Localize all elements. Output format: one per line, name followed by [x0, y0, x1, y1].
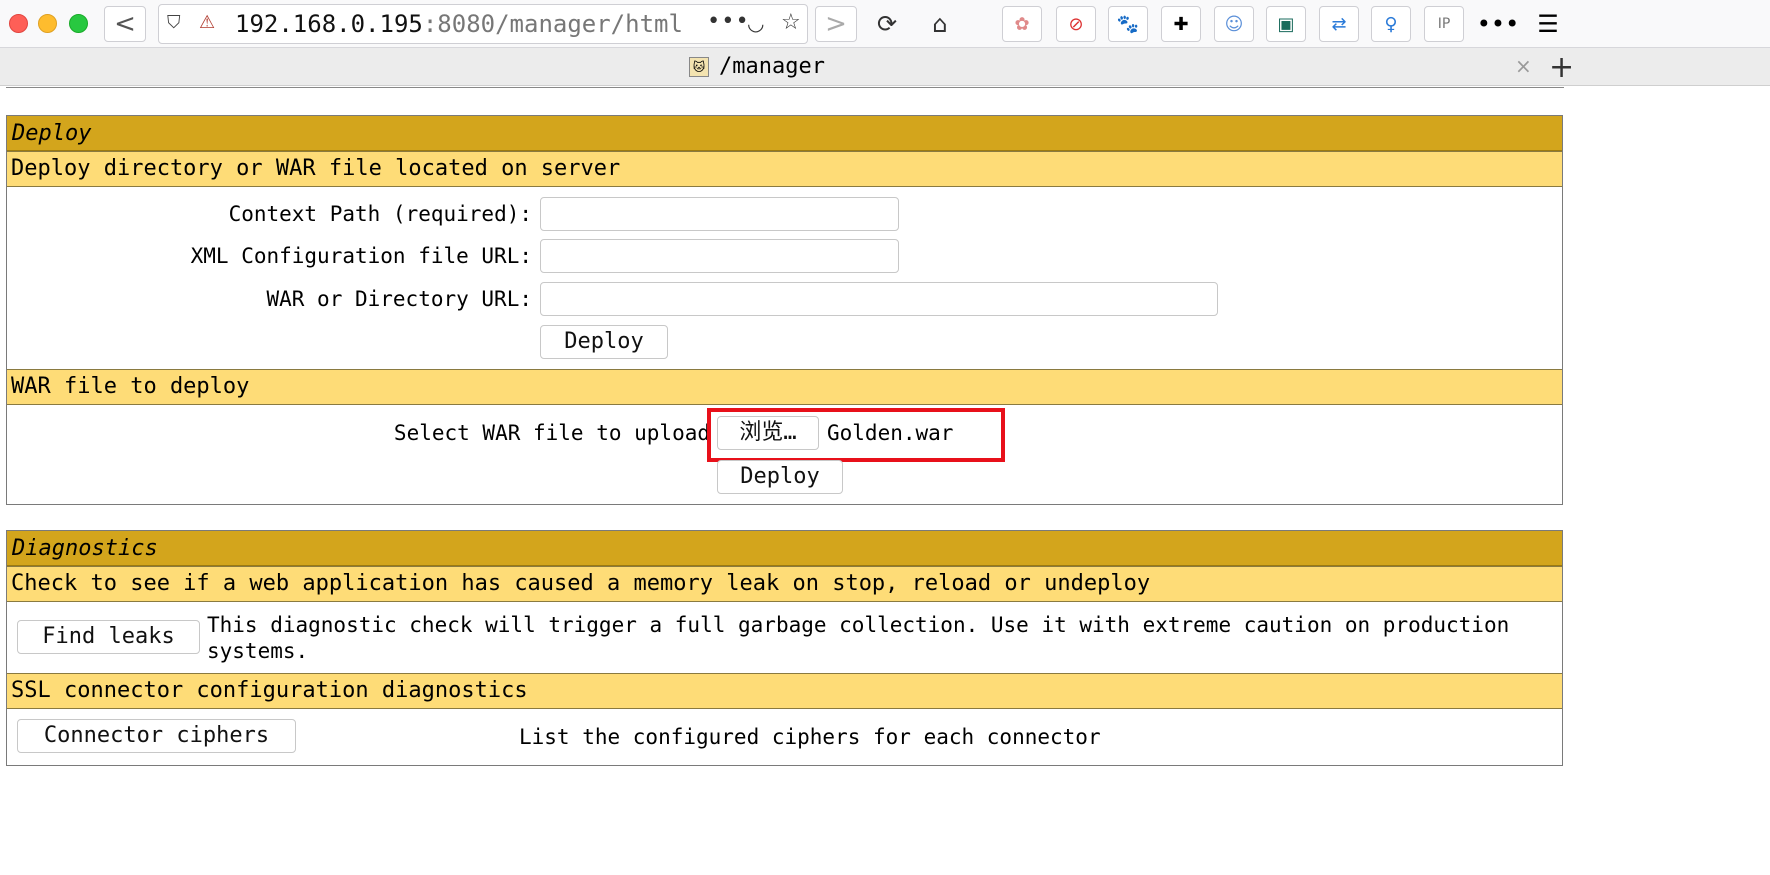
connector-ciphers-button[interactable]: Connector ciphers [17, 719, 296, 753]
chevron-left-icon: < [114, 9, 136, 39]
url-path: :8080/manager/html [422, 10, 683, 38]
connector-ciphers-description: List the configured ciphers for each con… [519, 725, 1101, 749]
deploy-server-subheader: Deploy directory or WAR file located on … [7, 151, 1562, 187]
url-bar[interactable]: ⛉ ⚠ 192.168.0.195:8080/manager/html ••• … [158, 4, 808, 44]
find-leaks-description-line1: This diagnostic check will trigger a ful… [207, 613, 1510, 637]
hamburger-menu-icon[interactable]: ☰ [1528, 6, 1568, 42]
xml-config-label: XML Configuration file URL: [190, 244, 532, 268]
home-button[interactable]: ⌂ [919, 6, 961, 42]
home-icon: ⌂ [932, 10, 948, 38]
extension-ip-icon[interactable]: IP [1424, 6, 1464, 42]
tab-close-icon[interactable]: × [1515, 54, 1532, 78]
war-dir-url-label: WAR or Directory URL: [266, 287, 532, 311]
red-highlight-box [707, 408, 1005, 462]
pocket-icon[interactable]: ◡ [747, 11, 764, 35]
url-host: 192.168.0.195 [235, 10, 423, 38]
window-close-button[interactable] [9, 14, 28, 33]
extension-anime-avatar-icon[interactable]: ☺ [1214, 6, 1254, 42]
shield-icon[interactable]: ⛉ [167, 12, 181, 33]
diagnostics-section: Diagnostics Check to see if a web applic… [6, 530, 1563, 766]
page-actions-icon[interactable]: ••• [707, 9, 750, 34]
find-leaks-button[interactable]: Find leaks [17, 620, 200, 654]
previous-table-edge [6, 86, 1564, 88]
deploy-upload-button[interactable]: Deploy [717, 460, 843, 494]
memory-leak-subheader: Check to see if a web application has ca… [7, 566, 1562, 602]
diagnostics-header: Diagnostics [7, 531, 1562, 566]
find-leaks-description-line2: systems. [207, 639, 309, 663]
new-tab-icon[interactable]: + [1549, 50, 1574, 85]
war-dir-url-input[interactable] [540, 282, 1218, 316]
window-maximize-button[interactable] [69, 14, 88, 33]
browser-toolbar: < ⛉ ⚠ 192.168.0.195:8080/manager/html ••… [0, 0, 1770, 48]
tomcat-favicon-icon: 🐱 [689, 57, 709, 77]
url-text[interactable]: 192.168.0.195:8080/manager/html [235, 9, 683, 39]
back-button[interactable]: < [104, 6, 146, 42]
extension-repeat-icon[interactable]: ⇄ [1319, 6, 1359, 42]
extension-blocker-icon[interactable]: ⊘ [1056, 6, 1096, 42]
deploy-header: Deploy [7, 116, 1562, 151]
context-path-input[interactable] [540, 197, 899, 231]
select-war-label: Select WAR file to upload [393, 421, 710, 445]
forward-button[interactable]: > [815, 6, 857, 42]
bookmark-star-icon[interactable]: ☆ [781, 10, 801, 35]
reload-icon: ⟳ [876, 10, 898, 38]
window-minimize-button[interactable] [38, 14, 57, 33]
extension-puzzle-icon[interactable]: ✚ [1161, 6, 1201, 42]
page-viewport: Deploy Deploy directory or WAR file loca… [0, 86, 1770, 875]
extension-pocket-like-icon[interactable]: ✿ [1002, 6, 1042, 42]
xml-config-input[interactable] [540, 239, 899, 273]
ssl-subheader: SSL connector configuration diagnostics [7, 673, 1562, 709]
tab-title[interactable]: /manager [719, 54, 825, 80]
context-path-label: Context Path (required): [228, 202, 532, 226]
deploy-server-button[interactable]: Deploy [540, 325, 668, 359]
war-upload-subheader: WAR file to deploy [7, 369, 1562, 405]
extension-terminal-icon[interactable]: ▣ [1266, 6, 1306, 42]
extension-pin-icon[interactable]: ♀ [1371, 6, 1411, 42]
overflow-more-icon[interactable]: ••• [1477, 6, 1519, 42]
tab-strip: 🐱 /manager × + [0, 48, 1770, 86]
reload-button[interactable]: ⟳ [866, 6, 908, 42]
chevron-right-icon: > [825, 9, 847, 39]
deploy-section: Deploy Deploy directory or WAR file loca… [6, 115, 1563, 505]
extension-gnome-icon[interactable]: 🐾 [1108, 6, 1148, 42]
insecure-lock-icon[interactable]: ⚠ [199, 12, 215, 33]
